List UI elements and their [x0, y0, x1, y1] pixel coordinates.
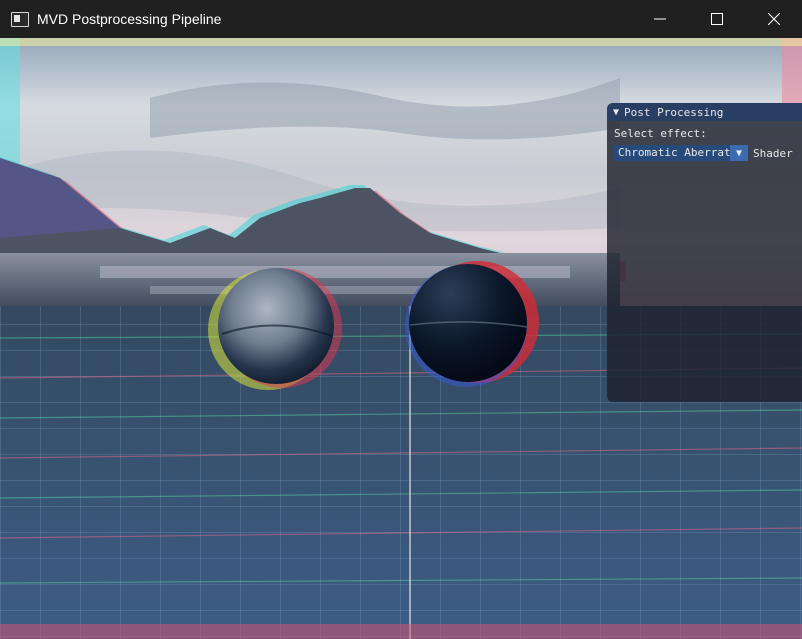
close-icon	[767, 13, 780, 25]
close-button[interactable]	[745, 0, 802, 38]
minimize-button[interactable]	[631, 0, 688, 38]
maximize-button[interactable]	[688, 0, 745, 38]
window-title: MVD Postprocessing Pipeline	[37, 11, 222, 27]
panel-title-bar[interactable]: ▼ Post Processing	[607, 103, 802, 121]
effect-dropdown[interactable]: Chromatic Aberration ▼	[614, 145, 748, 161]
effect-combo-row: Chromatic Aberration ▼ Shader	[614, 145, 802, 161]
select-effect-label: Select effect:	[614, 127, 707, 140]
effect-dropdown-value: Chromatic Aberration	[618, 146, 730, 159]
app-window: MVD Postprocessing Pipeline ▼ Post Proce…	[0, 0, 802, 639]
maximize-icon	[710, 13, 723, 25]
collapse-triangle-icon[interactable]: ▼	[613, 107, 619, 118]
render-viewport[interactable]: ▼ Post Processing Select effect: Chromat…	[0, 38, 802, 639]
panel-title: Post Processing	[624, 105, 724, 119]
shader-label: Shader	[753, 146, 793, 160]
post-processing-panel: ▼ Post Processing Select effect: Chromat…	[607, 103, 802, 402]
app-window-icon	[11, 11, 29, 27]
minimize-icon	[653, 18, 666, 20]
panel-body: Select effect: Chromatic Aberration ▼ Sh…	[607, 121, 802, 161]
dropdown-arrow-icon[interactable]: ▼	[730, 145, 748, 161]
window-controls	[631, 0, 802, 38]
title-bar[interactable]: MVD Postprocessing Pipeline	[0, 0, 802, 38]
